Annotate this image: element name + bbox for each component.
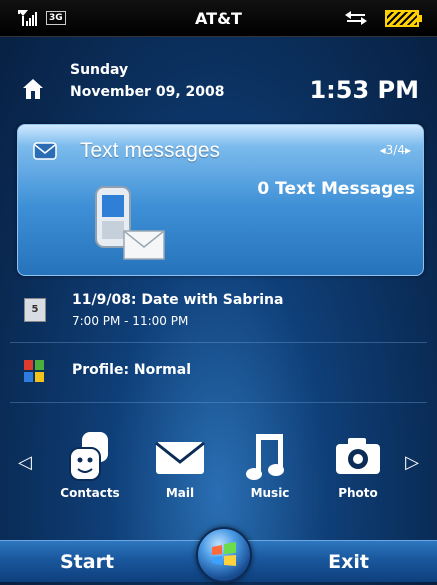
mail-icon xyxy=(155,441,205,474)
launcher-contacts[interactable]: Contacts xyxy=(50,430,130,500)
app-launcher: ◁ Contacts Mail Music Photo ▷ xyxy=(0,430,437,510)
date-label: November 09, 2008 xyxy=(70,84,225,100)
message-count: 0 Text Messages xyxy=(257,179,415,199)
clock[interactable]: 1:53 PM xyxy=(309,76,419,104)
home-icon xyxy=(23,79,43,99)
status-left: 3G xyxy=(0,10,66,26)
network-badge: 3G xyxy=(46,11,66,25)
appointment-row[interactable]: 5 11/9/08: Date with Sabrina 7:00 PM - 1… xyxy=(0,278,437,342)
data-sync-icon[interactable] xyxy=(345,10,367,26)
app-label: Mail xyxy=(165,486,195,500)
battery-icon[interactable] xyxy=(385,9,422,27)
appointment-title: 11/9/08: Date with Sabrina xyxy=(72,292,284,308)
app-label: Contacts xyxy=(60,486,120,500)
exit-softkey[interactable]: Exit xyxy=(328,551,369,573)
launcher-music[interactable]: Music xyxy=(230,430,310,500)
card-pager[interactable]: ◂3/4▸ xyxy=(380,143,411,157)
scroll-right-icon[interactable]: ▷ xyxy=(405,452,419,473)
camera-icon xyxy=(336,438,380,474)
signal-icon[interactable] xyxy=(18,10,38,26)
profile-label: Profile: Normal xyxy=(72,362,191,378)
calendar-icon: 5 xyxy=(24,298,46,322)
day-label: Sunday xyxy=(70,62,129,78)
appointment-time: 7:00 PM - 11:00 PM xyxy=(72,314,189,328)
phone-envelope-icon xyxy=(95,186,165,260)
softkey-bar: Start Exit xyxy=(0,527,437,583)
divider xyxy=(10,402,427,403)
messaging-icon xyxy=(33,142,57,160)
music-icon xyxy=(246,434,284,480)
text-messages-card[interactable]: Text messages ◂3/4▸ 0 Text Messages xyxy=(17,124,424,276)
divider xyxy=(10,342,427,343)
status-right xyxy=(345,9,437,27)
windows-start-icon[interactable] xyxy=(196,527,252,583)
start-softkey[interactable]: Start xyxy=(60,551,114,573)
status-bar: 3G AT&T xyxy=(0,0,437,37)
app-label: Music xyxy=(250,486,290,500)
scroll-left-icon[interactable]: ◁ xyxy=(18,452,32,473)
windows-logo-icon xyxy=(212,542,236,566)
launcher-mail[interactable]: Mail xyxy=(140,430,220,500)
launcher-photo[interactable]: Photo xyxy=(318,430,398,500)
card-title: Text messages xyxy=(80,139,221,162)
profile-icon xyxy=(24,360,44,382)
date-time-row[interactable]: Sunday November 09, 2008 1:53 PM xyxy=(0,56,437,116)
contacts-icon xyxy=(69,432,108,481)
profile-row[interactable]: Profile: Normal xyxy=(0,346,437,398)
app-label: Photo xyxy=(338,486,378,500)
